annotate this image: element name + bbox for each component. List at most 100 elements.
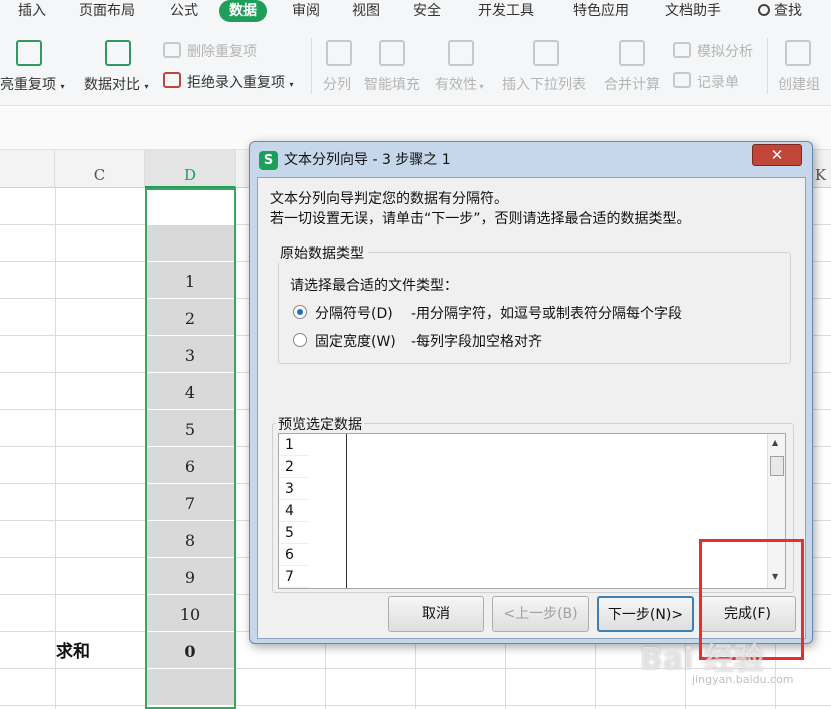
cell-c-sum-label[interactable]: 求和 (56, 632, 144, 669)
remove-duplicates-button[interactable]: 删除重复项 (187, 41, 257, 61)
reject-duplicates-icon (163, 72, 181, 88)
cell-d[interactable]: 2 (145, 299, 235, 336)
option-fixed-width-desc: -每列字段加空格对齐 (411, 334, 543, 350)
search-icon (758, 4, 770, 16)
scroll-up-icon[interactable]: ▲ (772, 438, 778, 447)
dialog-title: 文本分列向导 - 3 步骤之 1 (284, 152, 451, 168)
chevron-down-icon: ▾ (144, 82, 149, 91)
merge-calc-button[interactable]: 合并计算 (604, 74, 660, 94)
split-icon (326, 40, 352, 66)
cell-d-sum[interactable]: 0 (145, 632, 235, 669)
chevron-down-icon: ▾ (60, 82, 65, 91)
cell-d-active[interactable] (145, 188, 235, 225)
column-header-c[interactable]: C (55, 150, 145, 188)
preview-row-number: 6 (279, 544, 309, 566)
tab-view[interactable]: 视图 (352, 0, 380, 22)
chevron-down-icon: ▾ (289, 80, 294, 89)
divider (311, 38, 312, 94)
option-delimited-desc: -用分隔字符，如逗号或制表符分隔每个字段 (411, 306, 683, 322)
column-header-k[interactable]: K (810, 150, 831, 188)
smart-fill-icon (379, 40, 405, 66)
option-fixed-width-label[interactable]: 固定宽度(W) (315, 331, 396, 351)
close-button[interactable]: ✕ (752, 144, 802, 166)
highlight-duplicates-label: 亮重复项 (0, 77, 56, 93)
tab-search[interactable]: 查找 (758, 0, 802, 22)
ribbon-toolbar: 亮重复项 ▾ 数据对比 ▾ 删除重复项 拒绝录入重复项 ▾ 分列 智能填充 有效… (0, 26, 831, 106)
tab-page-layout[interactable]: 页面布局 (79, 0, 135, 22)
text-to-columns-dialog: S 文本分列向导 - 3 步骤之 1 ✕ 文本分列向导判定您的数据有分隔符。 若… (249, 141, 813, 644)
tab-formula[interactable]: 公式 (170, 0, 198, 22)
chevron-down-icon: ▾ (477, 82, 484, 91)
preview-row-number: 4 (279, 500, 309, 522)
preview-pane[interactable]: 1 2 3 4 5 6 7 ▲ ▼ (278, 433, 786, 589)
preview-scrollbar[interactable]: ▲ ▼ (767, 434, 785, 588)
create-group-button[interactable]: 创建组 (778, 74, 820, 94)
validity-button[interactable]: 有效性 ▾ (435, 74, 484, 94)
description-line-1: 文本分列向导判定您的数据有分隔符。 (270, 191, 508, 207)
smart-fill-button[interactable]: 智能填充 (364, 74, 420, 94)
cell-d[interactable]: 4 (145, 373, 235, 410)
data-compare-icon (105, 40, 131, 66)
data-compare-label: 数据对比 (84, 77, 140, 93)
cell-d[interactable]: 7 (145, 484, 235, 521)
file-type-prompt: 请选择最合适的文件类型： (290, 278, 458, 294)
close-icon: ✕ (770, 146, 784, 164)
simulate-icon (673, 42, 691, 58)
highlight-duplicates-button[interactable]: 亮重复项 ▾ (0, 74, 64, 94)
highlight-duplicates-icon (16, 40, 42, 66)
validity-label: 有效性 (435, 77, 477, 93)
tab-data[interactable]: 数据 (219, 0, 267, 22)
tab-doc-assistant[interactable]: 文档助手 (665, 0, 721, 22)
dialog-body: 文本分列向导判定您的数据有分隔符。 若一切设置无误，请单击“下一步”，否则请选择… (257, 177, 806, 639)
previous-button[interactable]: <上一步(B) (492, 596, 589, 632)
validity-icon (448, 40, 474, 66)
finish-button[interactable]: 完成(F) (699, 596, 796, 632)
remove-duplicates-icon (163, 42, 181, 58)
cancel-button[interactable]: 取消 (388, 596, 484, 632)
scroll-thumb[interactable] (770, 456, 784, 476)
ribbon-tab-bar: 插入 页面布局 公式 数据 审阅 视图 安全 开发工具 特色应用 文档助手 查找 (0, 0, 831, 26)
row-header-corner (0, 150, 55, 188)
divider (767, 38, 768, 94)
cell-d[interactable]: 1 (145, 262, 235, 299)
tab-security[interactable]: 安全 (413, 0, 441, 22)
cell-d[interactable] (145, 225, 235, 262)
tab-review[interactable]: 审阅 (292, 0, 320, 22)
merge-calc-icon (619, 40, 645, 66)
cell-d[interactable] (145, 669, 235, 706)
radio-fixed-width[interactable] (293, 333, 307, 347)
reject-duplicates-label: 拒绝录入重复项 (187, 75, 285, 91)
create-group-icon (785, 40, 811, 66)
cell-d[interactable]: 3 (145, 336, 235, 373)
preview-row-number: 3 (279, 478, 309, 500)
record-form-button[interactable]: 记录单 (697, 72, 739, 92)
tab-special[interactable]: 特色应用 (573, 0, 629, 22)
watermark-logo: Bai 经验 (640, 642, 764, 677)
next-button[interactable]: 下一步(N)> (597, 596, 694, 632)
simulate-button[interactable]: 模拟分析 (697, 41, 753, 61)
cell-d[interactable]: 6 (145, 447, 235, 484)
record-form-icon (673, 72, 691, 88)
option-delimited-label[interactable]: 分隔符号(D) (315, 303, 393, 323)
tab-insert[interactable]: 插入 (18, 0, 46, 22)
tab-developer[interactable]: 开发工具 (478, 0, 534, 22)
cell-d[interactable]: 10 (145, 595, 235, 632)
reject-duplicates-button[interactable]: 拒绝录入重复项 ▾ (187, 72, 293, 92)
description-line-2: 若一切设置无误，请单击“下一步”，否则请选择最合适的数据类型。 (270, 211, 691, 227)
scroll-down-icon[interactable]: ▼ (772, 572, 778, 581)
split-button[interactable]: 分列 (323, 74, 351, 94)
preview-row-number: 7 (279, 566, 309, 588)
search-label: 查找 (774, 3, 802, 19)
preview-row-number: 2 (279, 456, 309, 478)
data-compare-button[interactable]: 数据对比 ▾ (84, 74, 148, 94)
column-header-d[interactable]: D (145, 150, 236, 188)
watermark-url: jingyan.baidu.com (692, 673, 794, 686)
cell-d[interactable]: 8 (145, 521, 235, 558)
radio-delimited[interactable] (293, 305, 307, 319)
insert-dropdown-button[interactable]: 插入下拉列表 (502, 74, 586, 94)
cell-d[interactable]: 9 (145, 558, 235, 595)
preview-row-number: 5 (279, 522, 309, 544)
preview-group-title: 预览选定数据 (276, 414, 364, 434)
preview-row-number: 1 (279, 434, 309, 456)
cell-d[interactable]: 5 (145, 410, 235, 447)
